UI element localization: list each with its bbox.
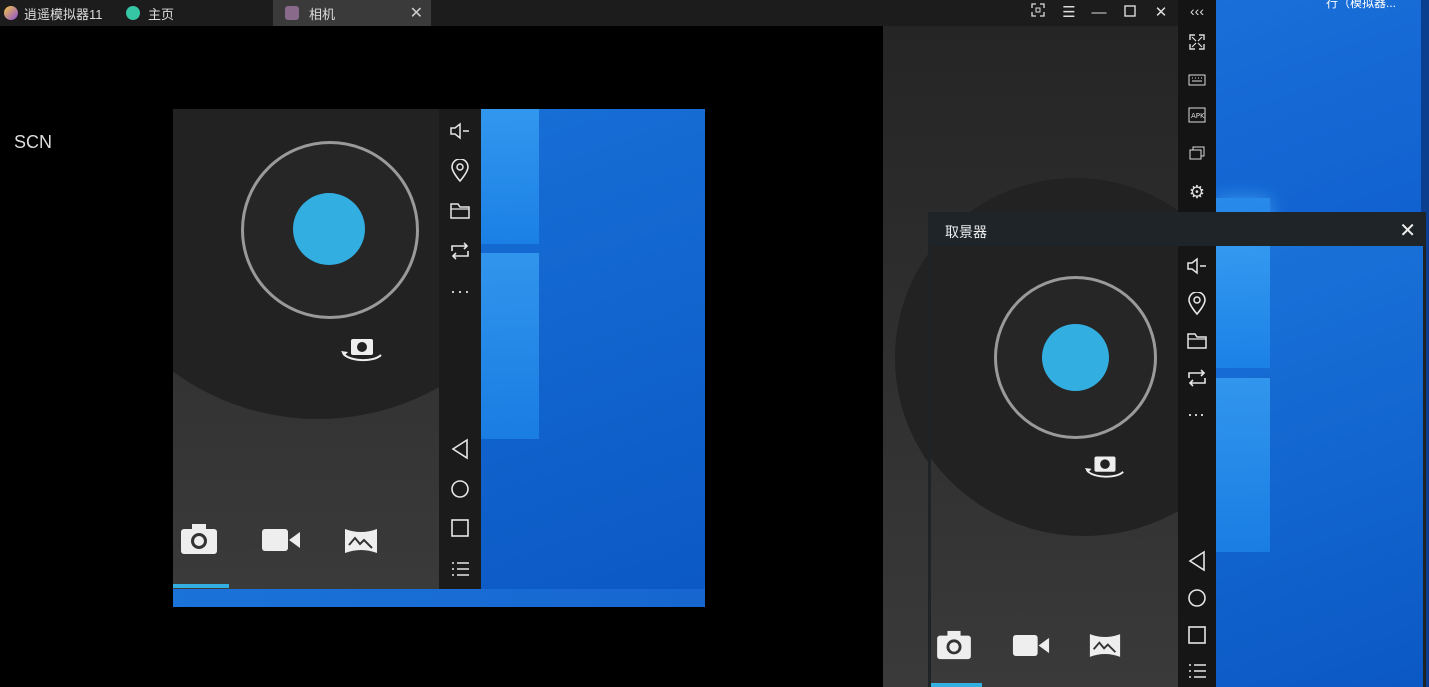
location-icon[interactable] — [450, 158, 470, 188]
location-icon[interactable] — [1187, 291, 1207, 321]
menu-icon[interactable]: ☰ — [1058, 2, 1080, 24]
tab-home-label: 主页 — [148, 6, 175, 22]
app-name: 逍遥模拟器11 — [24, 6, 103, 22]
panorama-mode-icon[interactable] — [1088, 632, 1122, 664]
recents-icon[interactable] — [1188, 626, 1206, 649]
camera-screen: ··· — [173, 109, 705, 607]
more-icon[interactable]: ··· — [450, 281, 471, 302]
viewfinder-title: 取景器 — [945, 224, 987, 240]
shutter-button[interactable] — [1042, 324, 1109, 391]
android-tool-bar: ··· — [439, 109, 481, 589]
active-mode-indicator — [931, 683, 982, 687]
maximize-icon[interactable] — [1119, 2, 1141, 24]
switch-camera-icon[interactable] — [339, 335, 385, 370]
collapse-icon[interactable]: ‹‹‹ — [1186, 0, 1208, 22]
rotate-icon[interactable] — [449, 241, 471, 266]
app-logo-tab: 逍遥模拟器11 — [0, 0, 118, 26]
camera-app — [173, 109, 439, 589]
list-icon[interactable] — [1187, 662, 1207, 685]
switch-camera-icon[interactable] — [1083, 452, 1127, 487]
back-icon[interactable] — [1187, 550, 1207, 577]
recents-icon[interactable] — [451, 519, 469, 542]
svg-text:APK: APK — [1191, 112, 1205, 120]
home-icon[interactable] — [450, 479, 470, 504]
wallpaper-pane — [481, 253, 539, 439]
photo-mode-icon[interactable] — [936, 630, 972, 665]
emulator-titlebar: 逍遥模拟器11 主页 相机 ✕ ☰ — ✕ — [0, 0, 1216, 26]
viewfinder-window: 取景器 ✕ ··· — [928, 212, 1426, 687]
wallpaper-pane — [1216, 246, 1270, 368]
apk-icon[interactable]: APK — [1186, 107, 1208, 129]
folder-icon[interactable] — [449, 202, 471, 225]
desktop-window-title: 行（模拟器... — [1326, 0, 1397, 10]
scn-label: SCN — [14, 132, 53, 152]
panorama-mode-icon[interactable] — [343, 527, 379, 560]
fullscreen-icon[interactable] — [1186, 34, 1208, 56]
minimize-icon[interactable]: — — [1088, 2, 1110, 24]
home-icon[interactable] — [1187, 588, 1207, 613]
camera-tab-icon — [285, 6, 299, 20]
android-tool-bar: ··· — [1178, 246, 1216, 687]
wallpaper-pane — [481, 109, 539, 244]
list-icon[interactable] — [450, 560, 470, 583]
screenshot-area-icon[interactable] — [1027, 2, 1049, 24]
home-tab-icon — [126, 6, 140, 20]
more-icon[interactable]: ··· — [1187, 404, 1205, 425]
video-mode-icon[interactable] — [1012, 633, 1050, 663]
viewfinder-close-icon[interactable]: ✕ — [1399, 218, 1416, 243]
photo-mode-icon[interactable] — [180, 523, 218, 560]
shutter-button[interactable] — [293, 193, 365, 265]
video-mode-icon[interactable] — [261, 527, 301, 558]
tab-camera-label: 相机 — [309, 6, 336, 22]
keyboard-icon[interactable] — [1186, 70, 1208, 92]
viewfinder-titlebar: 取景器 ✕ — [928, 212, 1426, 246]
viewfinder-camera-app — [931, 246, 1178, 687]
viewfinder-wallpaper — [1216, 246, 1423, 687]
close-icon[interactable]: ✕ — [1150, 2, 1172, 24]
tab-home[interactable]: 主页 — [122, 0, 272, 26]
wallpaper-pane — [1216, 378, 1270, 552]
back-icon[interactable] — [450, 438, 470, 465]
taskbar-strip — [173, 589, 705, 607]
rotate-icon[interactable] — [1186, 368, 1208, 393]
app-logo-icon — [4, 6, 18, 20]
volume-icon[interactable] — [1186, 256, 1208, 281]
tab-close-icon[interactable]: ✕ — [410, 3, 423, 23]
volume-icon[interactable] — [449, 121, 471, 146]
tab-camera[interactable]: 相机 ✕ — [273, 0, 431, 26]
active-mode-indicator — [173, 584, 229, 588]
multi-window-icon[interactable] — [1186, 144, 1208, 166]
folder-icon[interactable] — [1186, 332, 1208, 355]
settings-icon[interactable]: ⚙ — [1186, 181, 1208, 203]
